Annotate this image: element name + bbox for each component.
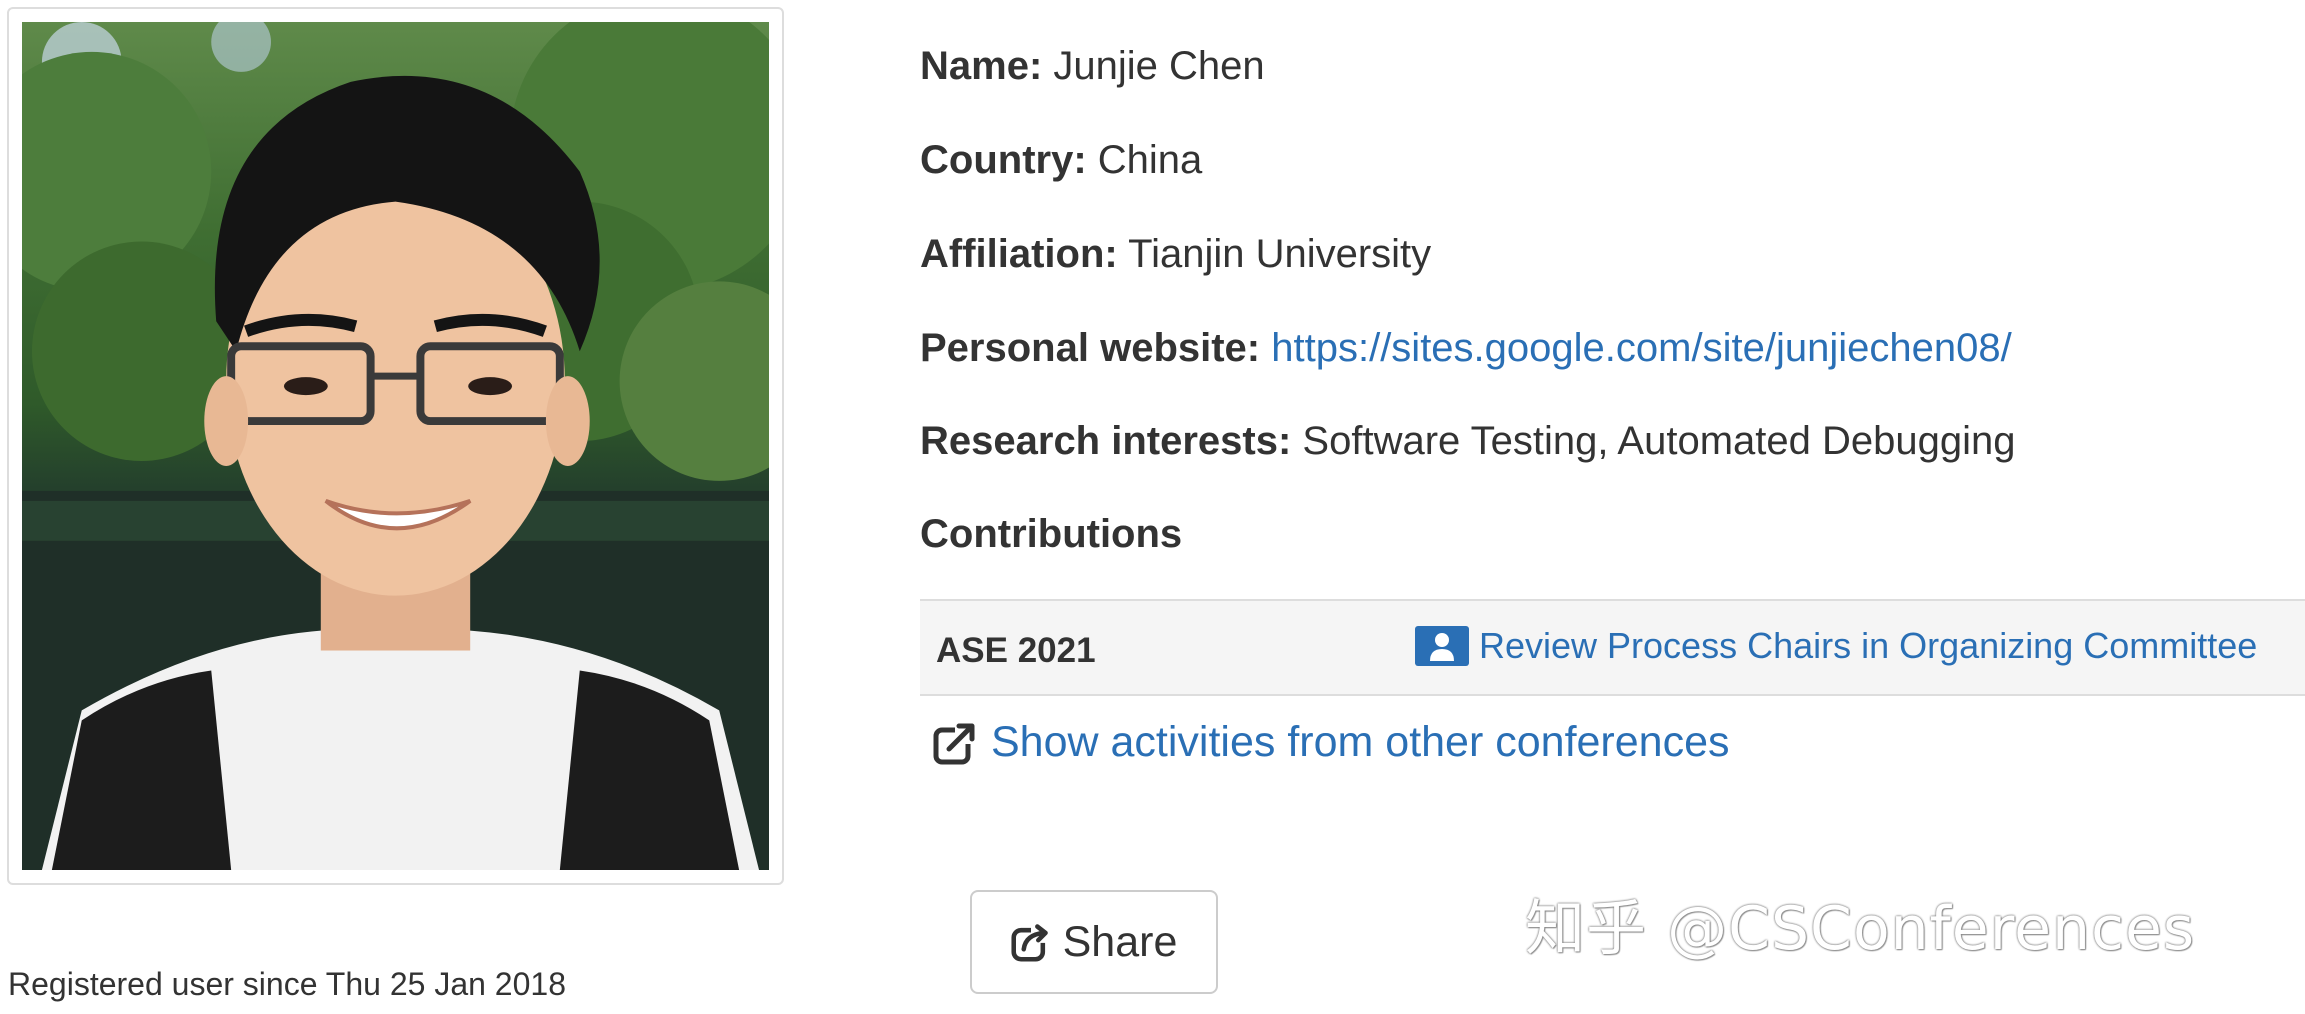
research-interests-label: Research interests: [920, 419, 1292, 463]
affiliation-row: Affiliation: Tianjin University [920, 232, 1431, 277]
profile-photo-illustration [22, 22, 769, 870]
research-interests-row: Research interests: Software Testing, Au… [920, 419, 2016, 464]
country-row: Country: China [920, 138, 1202, 183]
contribution-conference: ASE 2021 [936, 631, 1096, 670]
contributions-table: ASE 2021 Review Process Chairs in Organi… [920, 599, 2305, 696]
watermark: 知乎 @CSConferences [1525, 894, 2196, 964]
research-interests-value: Software Testing, Automated Debugging [1302, 419, 2016, 463]
profile-photo-frame [7, 7, 784, 885]
country-value: China [1097, 138, 1203, 182]
website-row: Personal website: https://sites.google.c… [920, 326, 2012, 371]
website-label: Personal website: [920, 326, 1261, 370]
name-row: Name: Junjie Chen [920, 44, 1265, 89]
role-link[interactable]: Review Process Chairs in Organizing Comm… [1479, 625, 2257, 667]
affiliation-value: Tianjin University [1128, 232, 1432, 276]
registered-since-text: Registered user since Thu 25 Jan 2018 [8, 966, 566, 1002]
user-icon [1415, 626, 1469, 666]
share-icon [1011, 924, 1049, 962]
website-link[interactable]: https://sites.google.com/site/junjiechen… [1271, 326, 2011, 370]
external-link-icon [933, 723, 975, 764]
profile-photo [22, 22, 769, 870]
share-button[interactable]: Share [970, 890, 1218, 994]
affiliation-label: Affiliation: [920, 232, 1118, 276]
name-label: Name: [920, 44, 1043, 88]
name-value: Junjie Chen [1053, 44, 1265, 88]
contribution-role[interactable]: Review Process Chairs in Organizing Comm… [1415, 625, 2257, 667]
show-other-activities-link[interactable]: Show activities from other conferences [991, 718, 1730, 767]
contributions-heading: Contributions [920, 512, 1183, 556]
show-other-activities[interactable]: Show activities from other conferences [933, 718, 1730, 767]
country-label: Country: [920, 138, 1087, 182]
share-label: Share [1062, 917, 1178, 966]
